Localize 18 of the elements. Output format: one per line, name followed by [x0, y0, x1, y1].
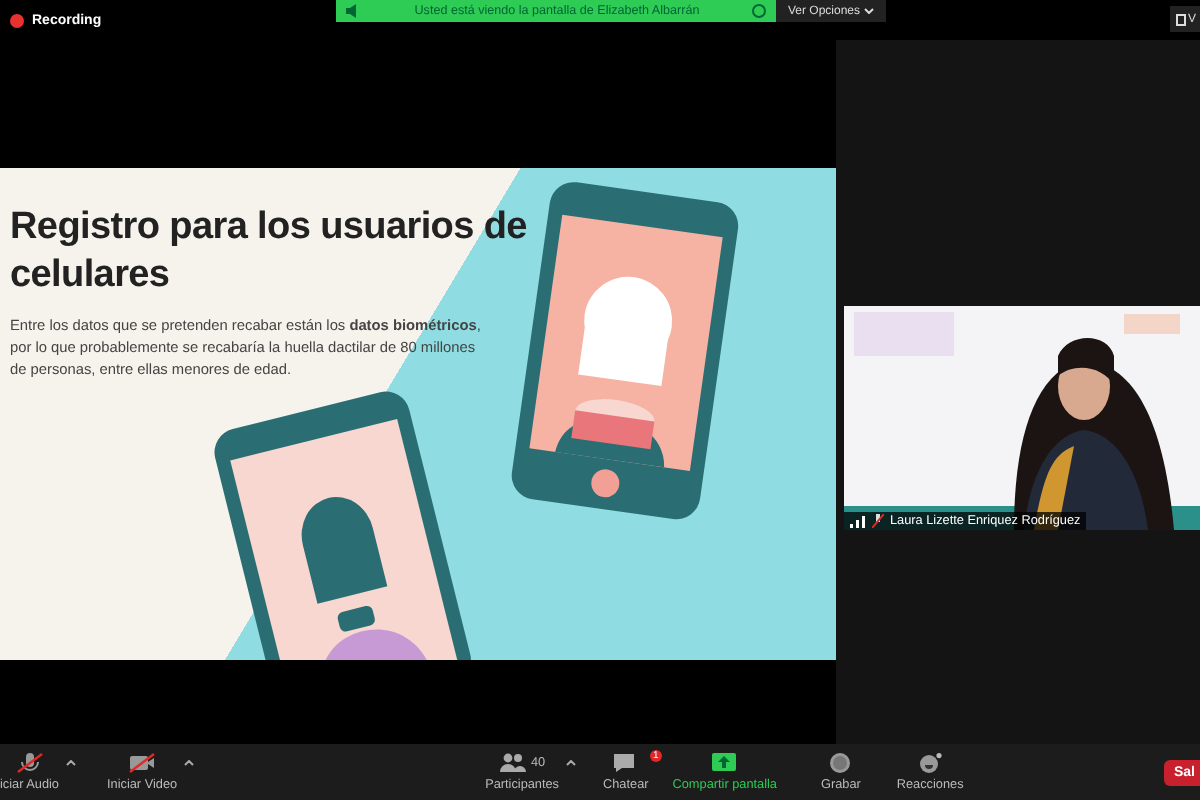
camera-icon: [128, 752, 157, 774]
window-icon: [1176, 13, 1186, 25]
people-icon: [498, 752, 527, 774]
share-screen-icon: [710, 752, 739, 774]
circle-icon: [751, 4, 766, 18]
smiley-icon: [916, 752, 945, 774]
speaker-icon: [346, 4, 362, 18]
chat-bubble-icon: [611, 752, 640, 774]
caret-icon[interactable]: [565, 760, 576, 766]
chevron-down-icon: [864, 8, 875, 14]
caret-icon[interactable]: [183, 760, 194, 766]
recording-dot-icon: [10, 13, 24, 27]
signal-icon: [850, 515, 866, 527]
record-icon: [826, 752, 855, 774]
caret-icon[interactable]: [65, 760, 75, 766]
microphone-icon: [15, 752, 44, 774]
muted-microphone-icon: [872, 514, 884, 528]
slide-title: Registro para los usuarios de celulares: [10, 204, 529, 300]
